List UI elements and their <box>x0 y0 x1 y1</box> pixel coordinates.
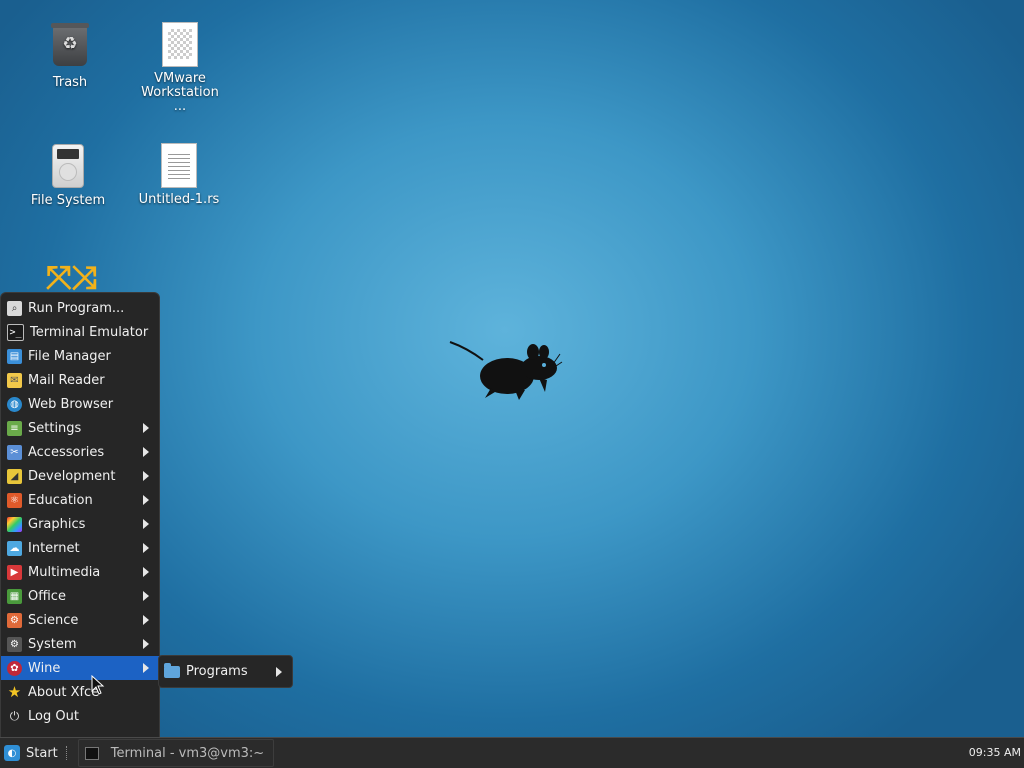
chevron-right-icon <box>143 471 149 481</box>
desktop-icon-vmware[interactable]: VMware Workstation ... <box>125 22 235 114</box>
chevron-right-icon <box>143 615 149 625</box>
mouse-cursor-icon <box>91 675 105 695</box>
folder-icon <box>164 662 180 678</box>
menu-item-file-manager[interactable]: ▤ File Manager <box>1 344 159 368</box>
menu-item-label: Accessories <box>28 444 105 460</box>
menu-item-label: Settings <box>28 420 82 436</box>
menu-item-system[interactable]: ⚙ System <box>1 632 159 656</box>
menu-item-label: Multimedia <box>28 564 101 580</box>
menu-item-mail-reader[interactable]: ✉ Mail Reader <box>1 368 159 392</box>
menu-item-label: System <box>28 636 77 652</box>
start-label: Start <box>26 745 58 761</box>
science-icon: ⚙ <box>7 612 22 628</box>
menu-item-label: About Xfce <box>28 684 100 700</box>
submenu-item-programs[interactable]: Programs <box>159 656 292 687</box>
menu-item-label: Run Program... <box>28 300 125 316</box>
chevron-right-icon <box>143 495 149 505</box>
gear-icon: ⚙ <box>7 636 22 652</box>
multimedia-icon: ▶ <box>7 564 22 580</box>
menu-item-wine[interactable]: ✿ Wine <box>1 656 159 680</box>
star-icon: ★ <box>7 683 22 701</box>
globe-icon: ◍ <box>7 396 22 412</box>
chevron-right-icon <box>143 639 149 649</box>
terminal-icon <box>84 746 99 760</box>
menu-item-about-xfce[interactable]: ★ About Xfce <box>1 680 159 704</box>
menu-item-label: Log Out <box>28 708 79 724</box>
desktop-icon-label: VMware Workstation ... <box>141 71 219 114</box>
taskbar: ◐ Start Terminal - vm3@vm3:~ 09:35 AM <box>0 737 1024 768</box>
chevron-right-icon <box>143 663 149 673</box>
accessories-icon: ✂ <box>7 444 22 460</box>
chevron-right-icon <box>143 519 149 529</box>
menu-item-label: Office <box>28 588 66 604</box>
menu-item-log-out[interactable]: ⏻ Log Out <box>1 704 159 728</box>
menu-item-label: Web Browser <box>28 396 114 412</box>
menu-item-internet[interactable]: ☁ Internet <box>1 536 159 560</box>
desktop-icon-label: Trash <box>52 75 88 90</box>
menu-item-label: Terminal Emulator <box>30 324 149 340</box>
desktop-icon-trash[interactable]: ♻ Trash <box>15 23 125 90</box>
chevron-right-icon <box>276 667 282 677</box>
office-icon: ▦ <box>7 588 22 604</box>
drive-icon <box>52 144 84 188</box>
logout-icon: ⏻ <box>9 708 20 723</box>
desktop-icon-label: Untitled-1.rs <box>138 192 220 207</box>
menu-item-settings[interactable]: ≡ Settings <box>1 416 159 440</box>
xfce-mouse-logo <box>449 341 563 400</box>
file-manager-icon: ▤ <box>7 348 22 364</box>
menu-item-label: Mail Reader <box>28 372 105 388</box>
taskbar-window-label: Terminal - vm3@vm3:~ <box>110 745 265 761</box>
menu-item-label: Wine <box>28 660 61 676</box>
menu-item-run-program[interactable]: ⌕ Run Program... <box>1 296 159 320</box>
menu-item-terminal-emulator[interactable]: >_ Terminal Emulator <box>1 320 159 344</box>
menu-item-graphics[interactable]: Graphics <box>1 512 159 536</box>
chevron-right-icon <box>143 591 149 601</box>
chevron-right-icon <box>143 423 149 433</box>
menu-item-education[interactable]: ⚛ Education <box>1 488 159 512</box>
desktop-icon-file-system[interactable]: File System <box>13 144 123 208</box>
chevron-right-icon <box>143 447 149 457</box>
taskbar-separator <box>65 746 70 760</box>
menu-item-label: Internet <box>28 540 80 556</box>
menu-item-multimedia[interactable]: ▶ Multimedia <box>1 560 159 584</box>
menu-item-label: Science <box>28 612 79 628</box>
document-icon <box>162 22 198 67</box>
menu-item-label: Education <box>28 492 93 508</box>
menu-item-development[interactable]: ◢ Development <box>1 464 159 488</box>
menu-item-science[interactable]: ⚙ Science <box>1 608 159 632</box>
wine-icon: ✿ <box>7 660 22 676</box>
taskbar-window-terminal[interactable]: Terminal - vm3@vm3:~ <box>77 739 274 767</box>
chevron-right-icon <box>143 567 149 577</box>
clock[interactable]: 09:35 AM <box>969 746 1021 759</box>
development-icon: ◢ <box>7 468 22 484</box>
cloud-icon: ☁ <box>7 540 22 556</box>
education-icon: ⚛ <box>7 492 22 508</box>
start-button[interactable]: ◐ Start <box>0 738 62 768</box>
desktop-icon-untitled[interactable]: Untitled-1.rs <box>124 143 234 207</box>
xfce-logo-icon: ◐ <box>4 745 20 761</box>
menu-item-office[interactable]: ▦ Office <box>1 584 159 608</box>
menu-item-label: Graphics <box>28 516 86 532</box>
terminal-icon: >_ <box>7 323 24 341</box>
graphics-icon <box>7 516 22 532</box>
menu-item-label: Development <box>28 468 116 484</box>
settings-icon: ≡ <box>7 420 22 436</box>
mail-icon: ✉ <box>7 372 22 388</box>
text-file-icon <box>161 143 197 188</box>
shared-folder-icon[interactable]: ⤧⤨ <box>46 261 97 293</box>
submenu-item-label: Programs <box>186 664 248 679</box>
wine-submenu: Programs <box>158 655 293 688</box>
applications-menu: ⌕ Run Program... >_ Terminal Emulator ▤ … <box>0 292 160 738</box>
chevron-right-icon <box>143 543 149 553</box>
trash-icon: ♻ <box>51 23 89 66</box>
menu-item-label: File Manager <box>28 348 111 364</box>
search-icon: ⌕ <box>7 300 22 316</box>
desktop-icon-label: File System <box>30 193 106 208</box>
menu-item-accessories[interactable]: ✂ Accessories <box>1 440 159 464</box>
menu-item-web-browser[interactable]: ◍ Web Browser <box>1 392 159 416</box>
